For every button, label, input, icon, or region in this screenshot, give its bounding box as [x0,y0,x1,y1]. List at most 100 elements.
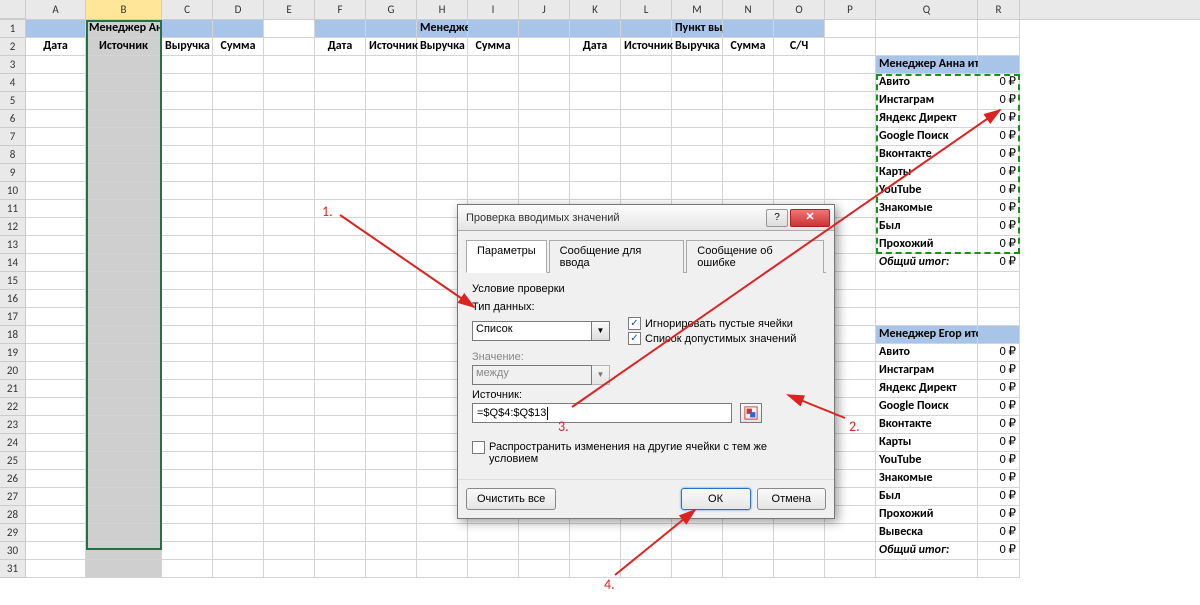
in-cell-dropdown-checkbox[interactable]: ✓ [628,332,641,345]
cell-B29[interactable] [86,524,162,542]
cell-Q15[interactable] [876,272,978,290]
cell-N8[interactable] [723,146,774,164]
cell-J30[interactable] [519,542,570,560]
cell-Q5[interactable]: Инстаграм [876,92,978,110]
cell-G15[interactable] [366,272,417,290]
row-header-30[interactable]: 30 [0,542,26,560]
cell-G31[interactable] [366,560,417,578]
cell-A10[interactable] [26,182,86,200]
cell-E17[interactable] [264,308,315,326]
cell-I1[interactable] [468,20,519,38]
cell-P6[interactable] [825,110,876,128]
cell-R21[interactable]: 0 ₽ [978,380,1020,398]
cell-E22[interactable] [264,398,315,416]
cell-P10[interactable] [825,182,876,200]
cell-O31[interactable] [774,560,825,578]
cell-A25[interactable] [26,452,86,470]
row-header-5[interactable]: 5 [0,92,26,110]
cell-D31[interactable] [213,560,264,578]
cell-R8[interactable]: 0 ₽ [978,146,1020,164]
cell-B28[interactable] [86,506,162,524]
cell-D9[interactable] [213,164,264,182]
cell-R31[interactable] [978,560,1020,578]
cell-D4[interactable] [213,74,264,92]
cell-R29[interactable]: 0 ₽ [978,524,1020,542]
cell-C18[interactable] [162,326,213,344]
cell-D25[interactable] [213,452,264,470]
cell-D27[interactable] [213,488,264,506]
cell-L5[interactable] [621,92,672,110]
cell-Q21[interactable]: Яндекс Директ [876,380,978,398]
cell-B17[interactable] [86,308,162,326]
cell-C9[interactable] [162,164,213,182]
cell-I3[interactable] [468,56,519,74]
cell-F19[interactable] [315,344,366,362]
column-header-Q[interactable]: Q [876,0,978,19]
cell-B4[interactable] [86,74,162,92]
cell-D1[interactable] [213,20,264,38]
cell-G16[interactable] [366,290,417,308]
cell-G25[interactable] [366,452,417,470]
cell-I9[interactable] [468,164,519,182]
cell-L8[interactable] [621,146,672,164]
cell-F16[interactable] [315,290,366,308]
cell-A30[interactable] [26,542,86,560]
cell-Q18[interactable]: Менеджер Егор итоги [876,326,978,344]
cell-F26[interactable] [315,470,366,488]
cell-Q20[interactable]: Инстаграм [876,362,978,380]
cell-Q14[interactable]: Общий итог: [876,254,978,272]
cell-E31[interactable] [264,560,315,578]
cell-M31[interactable] [672,560,723,578]
column-header-C[interactable]: C [162,0,213,19]
cell-C14[interactable] [162,254,213,272]
cell-D15[interactable] [213,272,264,290]
cell-Q10[interactable]: YouTube [876,182,978,200]
column-header-L[interactable]: L [621,0,672,19]
cell-J8[interactable] [519,146,570,164]
cell-C11[interactable] [162,200,213,218]
cell-E18[interactable] [264,326,315,344]
cell-Q7[interactable]: Google Поиск [876,128,978,146]
cell-E16[interactable] [264,290,315,308]
cell-L9[interactable] [621,164,672,182]
ignore-blank-checkbox[interactable]: ✓ [628,317,641,330]
cell-E6[interactable] [264,110,315,128]
cell-D17[interactable] [213,308,264,326]
cell-F10[interactable] [315,182,366,200]
cell-Q31[interactable] [876,560,978,578]
cell-D10[interactable] [213,182,264,200]
cell-D11[interactable] [213,200,264,218]
cell-G5[interactable] [366,92,417,110]
column-header-B[interactable]: B [86,0,162,19]
cell-G1[interactable] [366,20,417,38]
cell-L7[interactable] [621,128,672,146]
cell-K31[interactable] [570,560,621,578]
cell-D26[interactable] [213,470,264,488]
cell-K7[interactable] [570,128,621,146]
cell-E21[interactable] [264,380,315,398]
cell-Q30[interactable]: Общий итог: [876,542,978,560]
cell-B21[interactable] [86,380,162,398]
cell-M3[interactable] [672,56,723,74]
cell-H30[interactable] [417,542,468,560]
row-header-4[interactable]: 4 [0,74,26,92]
cell-R6[interactable]: 0 ₽ [978,110,1020,128]
cell-B24[interactable] [86,434,162,452]
column-header-N[interactable]: N [723,0,774,19]
cell-F4[interactable] [315,74,366,92]
cell-C28[interactable] [162,506,213,524]
cell-C17[interactable] [162,308,213,326]
cell-D18[interactable] [213,326,264,344]
cell-D2[interactable]: Сумма [213,38,264,56]
row-header-18[interactable]: 18 [0,326,26,344]
cell-L2[interactable]: Источник [621,38,672,56]
cell-I7[interactable] [468,128,519,146]
cell-G30[interactable] [366,542,417,560]
cell-N29[interactable] [723,524,774,542]
cell-D24[interactable] [213,434,264,452]
cell-R3[interactable] [978,56,1020,74]
cell-A11[interactable] [26,200,86,218]
cell-H5[interactable] [417,92,468,110]
cell-E5[interactable] [264,92,315,110]
cell-M4[interactable] [672,74,723,92]
